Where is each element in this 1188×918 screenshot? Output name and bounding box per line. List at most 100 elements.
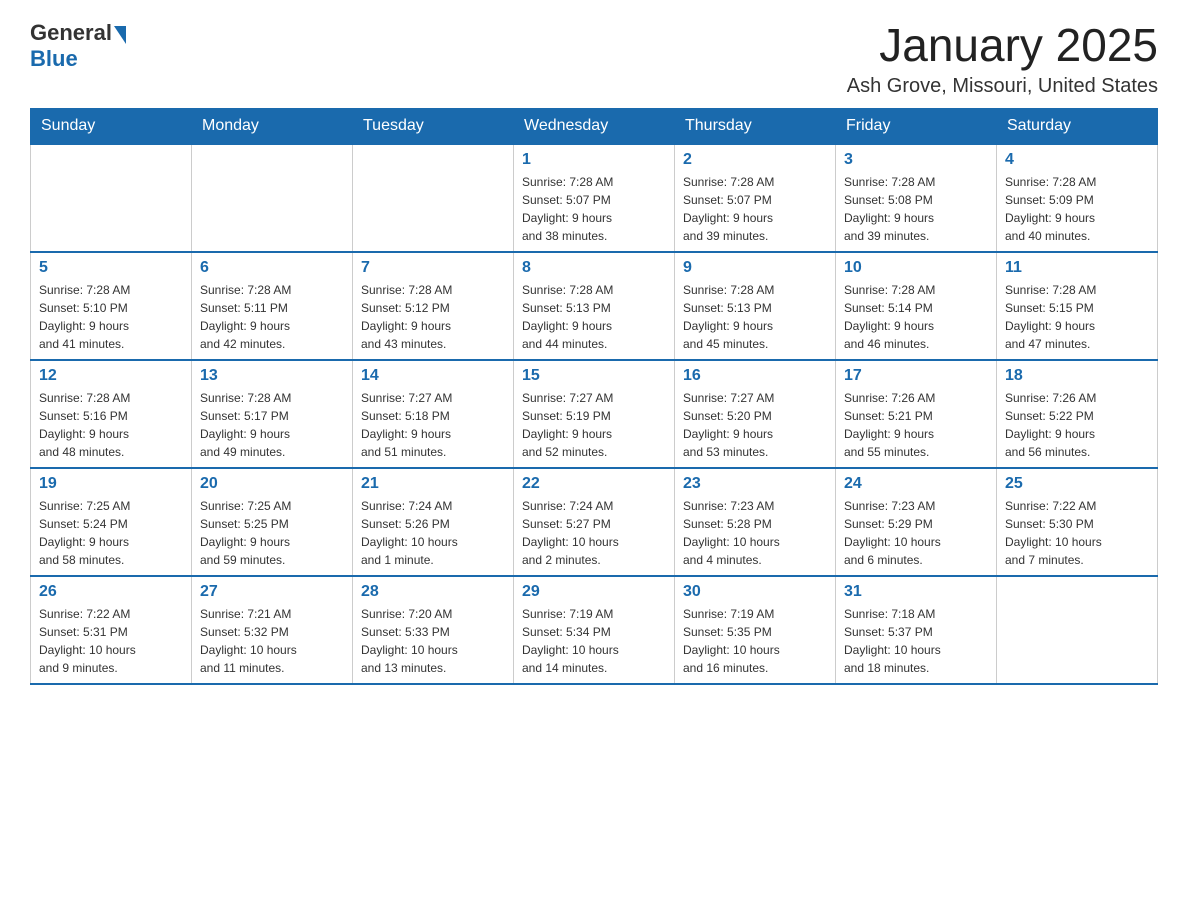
day-number: 24	[844, 475, 988, 493]
day-info: Sunrise: 7:26 AM Sunset: 5:22 PM Dayligh…	[1005, 389, 1149, 461]
day-info: Sunrise: 7:27 AM Sunset: 5:19 PM Dayligh…	[522, 389, 666, 461]
day-info: Sunrise: 7:28 AM Sunset: 5:14 PM Dayligh…	[844, 281, 988, 353]
day-number: 3	[844, 151, 988, 169]
weekday-header-thursday: Thursday	[675, 108, 836, 144]
calendar-cell: 26Sunrise: 7:22 AM Sunset: 5:31 PM Dayli…	[31, 576, 192, 684]
weekday-header-sunday: Sunday	[31, 108, 192, 144]
day-info: Sunrise: 7:28 AM Sunset: 5:16 PM Dayligh…	[39, 389, 183, 461]
day-number: 6	[200, 259, 344, 277]
calendar-cell: 22 Sunrise: 7:24 AM Sunset: 5:27 PM Dayli…	[514, 468, 675, 576]
calendar-cell: 3 Sunrise: 7:28 AM Sunset: 5:08 PM Daylig…	[836, 144, 997, 252]
weekday-header-row: SundayMondayTuesdayWednesdayThursdayFrid…	[31, 108, 1158, 144]
calendar-cell: 9 Sunrise: 7:28 AM Sunset: 5:13 PM Daylig…	[675, 252, 836, 360]
calendar-cell: 18 Sunrise: 7:26 AM Sunset: 5:22 PM Dayli…	[997, 360, 1158, 468]
day-number: 29	[522, 583, 666, 601]
calendar-cell	[997, 576, 1158, 684]
day-info: Sunrise: 7:24 AM Sunset: 5:26 PM Dayligh…	[361, 497, 505, 569]
calendar-cell: 4 Sunrise: 7:28 AM Sunset: 5:09 PM Daylig…	[997, 144, 1158, 252]
calendar-cell: 7 Sunrise: 7:28 AM Sunset: 5:12 PM Daylig…	[353, 252, 514, 360]
day-number: 27	[200, 583, 344, 601]
day-info: Sunrise: 7:28 AM Sunset: 5:08 PM Dayligh…	[844, 173, 988, 245]
day-number: 22	[522, 475, 666, 493]
title-section: January 2025 Ash Grove, Missouri, United…	[847, 20, 1158, 98]
day-info: Sunrise: 7:28 AM Sunset: 5:07 PM Dayligh…	[522, 173, 666, 245]
day-info: Sunrise: 7:28 AM Sunset: 5:09 PM Dayligh…	[1005, 173, 1149, 245]
day-number: 14	[361, 367, 505, 385]
calendar-cell: 27 Sunrise: 7:21 AM Sunset: 5:32 PM Dayli…	[192, 576, 353, 684]
calendar-cell: 23Sunrise: 7:23 AM Sunset: 5:28 PM Dayli…	[675, 468, 836, 576]
day-info: Sunrise: 7:25 AM Sunset: 5:25 PM Dayligh…	[200, 497, 344, 569]
weekday-header-wednesday: Wednesday	[514, 108, 675, 144]
day-number: 25	[1005, 475, 1149, 493]
day-number: 23	[683, 475, 827, 493]
calendar-cell: 21 Sunrise: 7:24 AM Sunset: 5:26 PM Dayli…	[353, 468, 514, 576]
day-info: Sunrise: 7:28 AM Sunset: 5:17 PM Dayligh…	[200, 389, 344, 461]
day-number: 10	[844, 259, 988, 277]
calendar-cell: 30Sunrise: 7:19 AM Sunset: 5:35 PM Dayli…	[675, 576, 836, 684]
calendar-week-row: 26Sunrise: 7:22 AM Sunset: 5:31 PM Dayli…	[31, 576, 1158, 684]
day-info: Sunrise: 7:20 AM Sunset: 5:33 PM Dayligh…	[361, 605, 505, 677]
day-info: Sunrise: 7:25 AM Sunset: 5:24 PM Dayligh…	[39, 497, 183, 569]
day-number: 11	[1005, 259, 1149, 277]
day-info: Sunrise: 7:28 AM Sunset: 5:15 PM Dayligh…	[1005, 281, 1149, 353]
calendar-week-row: 12 Sunrise: 7:28 AM Sunset: 5:16 PM Dayli…	[31, 360, 1158, 468]
day-number: 17	[844, 367, 988, 385]
day-info: Sunrise: 7:28 AM Sunset: 5:12 PM Dayligh…	[361, 281, 505, 353]
day-number: 16	[683, 367, 827, 385]
day-number: 5	[39, 259, 183, 277]
day-info: Sunrise: 7:19 AM Sunset: 5:34 PM Dayligh…	[522, 605, 666, 677]
page-header: General Blue January 2025 Ash Grove, Mis…	[30, 20, 1158, 98]
day-number: 1	[522, 151, 666, 169]
calendar-cell	[192, 144, 353, 252]
calendar-week-row: 5 Sunrise: 7:28 AM Sunset: 5:10 PM Daylig…	[31, 252, 1158, 360]
calendar-cell	[31, 144, 192, 252]
logo-general-text: General	[30, 20, 112, 46]
day-info: Sunrise: 7:21 AM Sunset: 5:32 PM Dayligh…	[200, 605, 344, 677]
day-info: Sunrise: 7:19 AM Sunset: 5:35 PM Dayligh…	[683, 605, 827, 677]
day-number: 19	[39, 475, 183, 493]
day-number: 9	[683, 259, 827, 277]
calendar-cell: 1 Sunrise: 7:28 AM Sunset: 5:07 PM Daylig…	[514, 144, 675, 252]
calendar-cell: 16Sunrise: 7:27 AM Sunset: 5:20 PM Dayli…	[675, 360, 836, 468]
day-number: 21	[361, 475, 505, 493]
calendar-cell	[353, 144, 514, 252]
day-info: Sunrise: 7:24 AM Sunset: 5:27 PM Dayligh…	[522, 497, 666, 569]
calendar-cell: 6Sunrise: 7:28 AM Sunset: 5:11 PM Daylig…	[192, 252, 353, 360]
day-number: 18	[1005, 367, 1149, 385]
day-info: Sunrise: 7:27 AM Sunset: 5:18 PM Dayligh…	[361, 389, 505, 461]
day-info: Sunrise: 7:28 AM Sunset: 5:10 PM Dayligh…	[39, 281, 183, 353]
calendar-cell: 10 Sunrise: 7:28 AM Sunset: 5:14 PM Dayli…	[836, 252, 997, 360]
weekday-header-saturday: Saturday	[997, 108, 1158, 144]
day-number: 12	[39, 367, 183, 385]
day-info: Sunrise: 7:22 AM Sunset: 5:30 PM Dayligh…	[1005, 497, 1149, 569]
calendar-week-row: 19 Sunrise: 7:25 AM Sunset: 5:24 PM Dayli…	[31, 468, 1158, 576]
day-number: 26	[39, 583, 183, 601]
calendar-week-row: 1 Sunrise: 7:28 AM Sunset: 5:07 PM Daylig…	[31, 144, 1158, 252]
calendar-cell: 19 Sunrise: 7:25 AM Sunset: 5:24 PM Dayli…	[31, 468, 192, 576]
calendar-cell: 12 Sunrise: 7:28 AM Sunset: 5:16 PM Dayli…	[31, 360, 192, 468]
day-number: 2	[683, 151, 827, 169]
calendar-cell: 20 Sunrise: 7:25 AM Sunset: 5:25 PM Dayli…	[192, 468, 353, 576]
logo-arrow-icon	[114, 26, 126, 44]
weekday-header-tuesday: Tuesday	[353, 108, 514, 144]
day-number: 4	[1005, 151, 1149, 169]
calendar-cell: 29 Sunrise: 7:19 AM Sunset: 5:34 PM Dayli…	[514, 576, 675, 684]
day-number: 31	[844, 583, 988, 601]
calendar-cell: 8 Sunrise: 7:28 AM Sunset: 5:13 PM Daylig…	[514, 252, 675, 360]
day-info: Sunrise: 7:28 AM Sunset: 5:07 PM Dayligh…	[683, 173, 827, 245]
calendar-cell: 11 Sunrise: 7:28 AM Sunset: 5:15 PM Dayli…	[997, 252, 1158, 360]
calendar-cell: 24Sunrise: 7:23 AM Sunset: 5:29 PM Dayli…	[836, 468, 997, 576]
day-number: 8	[522, 259, 666, 277]
day-number: 28	[361, 583, 505, 601]
day-number: 20	[200, 475, 344, 493]
weekday-header-monday: Monday	[192, 108, 353, 144]
day-info: Sunrise: 7:26 AM Sunset: 5:21 PM Dayligh…	[844, 389, 988, 461]
day-number: 7	[361, 259, 505, 277]
day-info: Sunrise: 7:28 AM Sunset: 5:13 PM Dayligh…	[522, 281, 666, 353]
calendar-cell: 28 Sunrise: 7:20 AM Sunset: 5:33 PM Dayli…	[353, 576, 514, 684]
calendar-cell: 25 Sunrise: 7:22 AM Sunset: 5:30 PM Dayli…	[997, 468, 1158, 576]
calendar-cell: 17 Sunrise: 7:26 AM Sunset: 5:21 PM Dayli…	[836, 360, 997, 468]
calendar-cell: 5 Sunrise: 7:28 AM Sunset: 5:10 PM Daylig…	[31, 252, 192, 360]
day-info: Sunrise: 7:28 AM Sunset: 5:13 PM Dayligh…	[683, 281, 827, 353]
weekday-header-friday: Friday	[836, 108, 997, 144]
